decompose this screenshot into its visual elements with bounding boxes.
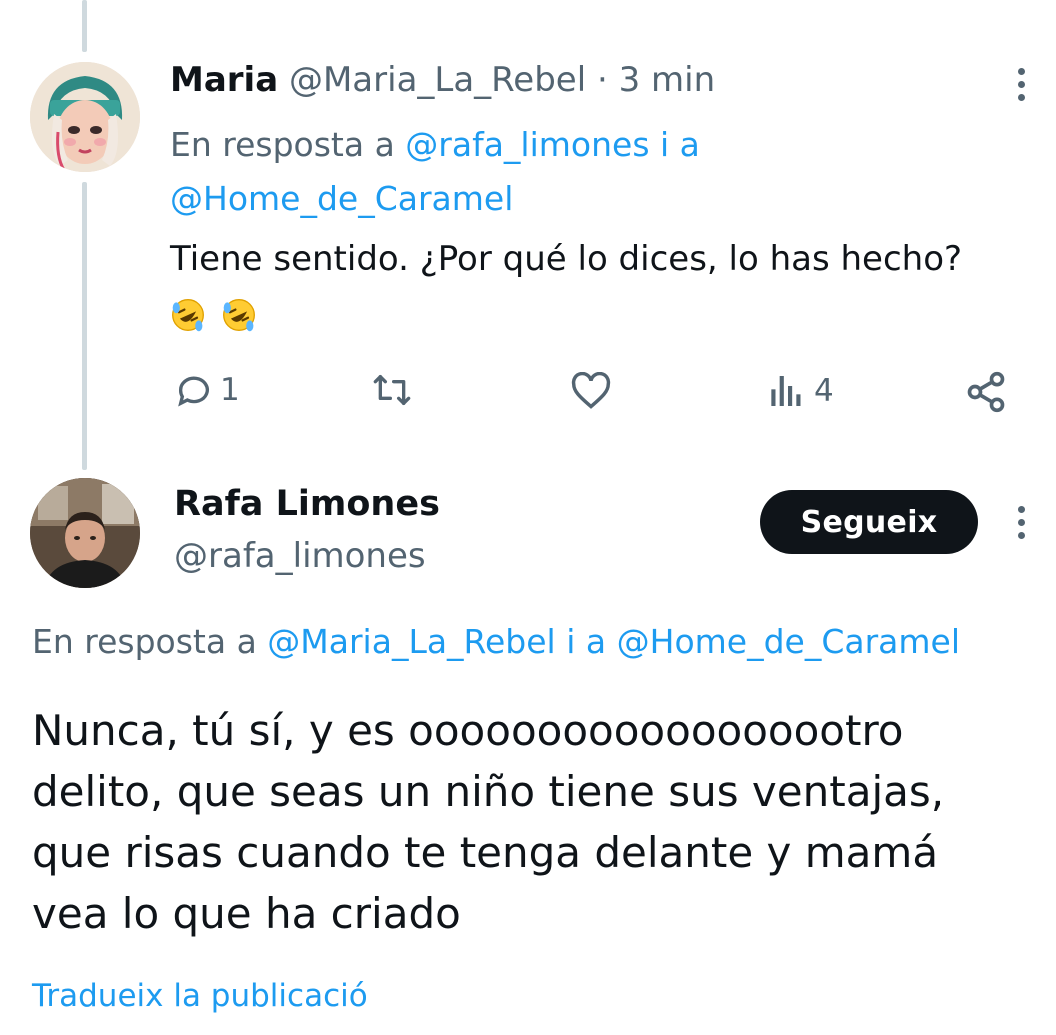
follow-button[interactable]: Segueix: [760, 490, 978, 554]
like-button[interactable]: [570, 372, 618, 410]
laughing-emoji-icon: [172, 298, 204, 331]
views-chart-icon: [771, 376, 801, 406]
timestamp[interactable]: 3 min: [619, 60, 716, 100]
author-handle[interactable]: @rafa_limones: [174, 536, 426, 576]
author-name[interactable]: Rafa Limones: [174, 484, 440, 524]
tweet-text-line: vea lo que ha criado: [32, 889, 461, 938]
reply-prefix: En resposta a: [170, 125, 395, 164]
reply-mention-2[interactable]: @Home_de_Caramel: [617, 622, 960, 661]
emoji-row: [170, 293, 261, 333]
author-handle[interactable]: @Maria_La_Rebel: [289, 60, 586, 100]
translate-post-link[interactable]: Tradueix la publicació: [32, 978, 368, 1014]
reply-context: En resposta a @Maria_La_Rebel i a @Home_…: [32, 618, 960, 666]
views-button[interactable]: 4: [768, 372, 834, 410]
reply-count: 1: [220, 372, 240, 408]
tweet1-body: Tiene sentido. ¿Por qué lo dices, lo has…: [170, 239, 963, 279]
avatar-rafa[interactable]: [30, 478, 140, 588]
thread-line-middle: [82, 182, 87, 470]
heart-icon: [571, 372, 611, 409]
share-button[interactable]: [964, 370, 1008, 414]
reply-mention-1[interactable]: @Maria_La_Rebel: [267, 622, 555, 661]
share-icon: [967, 371, 1005, 413]
more-options-icon[interactable]: [1018, 506, 1025, 539]
reply-context: En resposta a @rafa_limones i a @Home_de…: [170, 118, 700, 226]
tweet1-text: Tiene sentido. ¿Por qué lo dices, lo has…: [170, 232, 962, 340]
dot-separator: ·: [596, 60, 608, 100]
reply-conjunction: i a: [566, 622, 607, 661]
reply-conjunction: i a: [660, 125, 700, 164]
views-count: 4: [814, 373, 834, 409]
author-name[interactable]: Maria: [170, 60, 278, 100]
more-options-icon[interactable]: [1018, 68, 1025, 101]
reply-mention-2[interactable]: @Home_de_Caramel: [170, 179, 513, 218]
reply-mention-1[interactable]: @rafa_limones: [405, 125, 649, 164]
retweet-button[interactable]: [370, 370, 420, 410]
laughing-emoji-icon: [222, 298, 255, 331]
thread-line-top: [82, 0, 87, 52]
tweet-text-line: delito, que seas un niño tiene sus venta…: [32, 767, 945, 816]
avatar-maria[interactable]: [30, 62, 140, 172]
tweet2-body: Nunca, tú sí, y es oooooooooooooooootro …: [32, 700, 1032, 944]
tweet-text-line: que risas cuando te tenga delante y mamá: [32, 828, 939, 877]
reply-button[interactable]: 1: [174, 370, 240, 410]
tweet1-header: Maria @Maria_La_Rebel · 3 min: [170, 60, 715, 100]
reply-icon: [178, 376, 209, 407]
retweet-icon: [373, 375, 411, 405]
reply-prefix: En resposta a: [32, 622, 257, 661]
tweet-text-line: Nunca, tú sí, y es oooooooooooooooootro: [32, 706, 904, 755]
